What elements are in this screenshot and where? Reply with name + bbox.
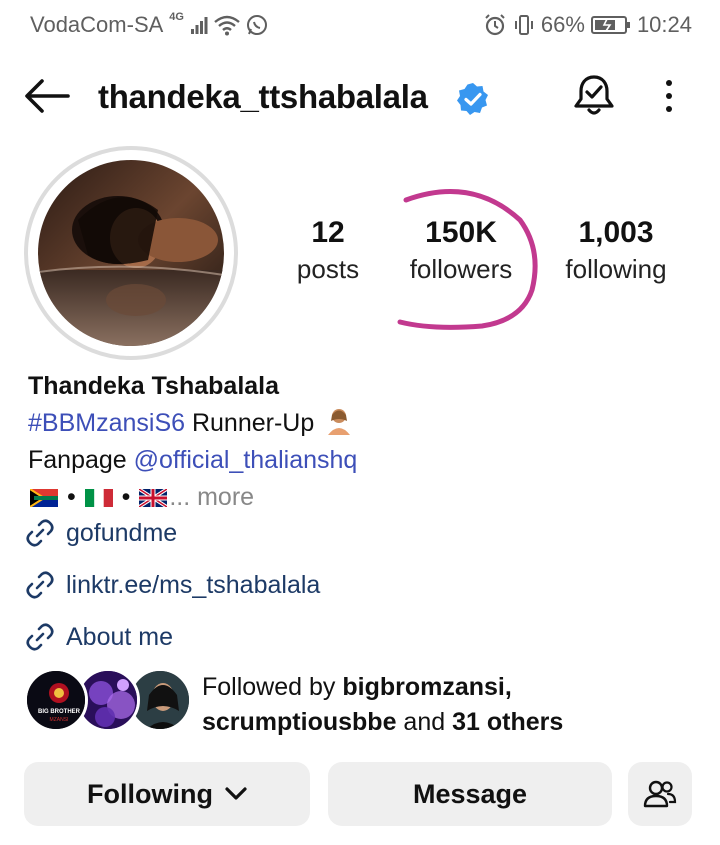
link-gofundme[interactable]: gofundme (24, 517, 177, 549)
following-button-label: Following (87, 778, 213, 809)
display-name: Thandeka Tshabalala (28, 372, 280, 400)
hashtag-link[interactable]: #BBMzansiS6 (28, 409, 185, 437)
person-emoji-icon (328, 409, 351, 435)
notifications-button[interactable] (570, 72, 618, 120)
link-label: linktr.ee/ms_tshabalala (66, 570, 321, 599)
followed-by-section[interactable]: BIG BROTHER MZANSI Followed by bigbromza… (24, 668, 704, 740)
profile-photo (38, 160, 224, 346)
alarm-icon (483, 13, 507, 37)
posts-label: posts (296, 254, 360, 284)
followers-stat[interactable]: 150K followers (396, 214, 526, 286)
profile-bio: Thandeka Tshabalala #BBMzansiS6 Runner-U… (28, 368, 708, 516)
more-options-icon (666, 80, 672, 86)
carrier-label: VodaCom-SA (30, 12, 164, 37)
chevron-down-icon (225, 787, 247, 800)
followed-by-text: Followed by bigbromzansi, scrumptiousbbe… (202, 673, 564, 736)
verified-badge-icon (457, 83, 488, 115)
profile-avatar[interactable] (38, 160, 224, 346)
posts-stat: 12 posts (278, 214, 378, 286)
vibrate-icon (513, 14, 535, 36)
bio-line-2: Fanpage @official_thalianshq (28, 446, 358, 474)
mention-link[interactable]: @official_thalianshq (134, 446, 358, 474)
italy-flag-icon (84, 489, 113, 508)
following-label: following (565, 254, 667, 284)
followers-count: 150K (425, 216, 497, 249)
signal-icon (190, 15, 208, 35)
following-stat[interactable]: 1,003 following (552, 214, 680, 286)
bio-more-link[interactable]: ... more (169, 483, 254, 511)
back-arrow-icon (25, 79, 70, 113)
link-icon (26, 519, 54, 547)
whatsapp-icon (246, 14, 268, 36)
followers-label: followers (409, 254, 513, 284)
followed-by-user: scrumptiousbbe (202, 708, 397, 736)
bio-line-1: #BBMzansiS6 Runner-Up (28, 405, 708, 442)
link-label: About me (66, 622, 174, 651)
follower-avatar-bigbromzansi: BIG BROTHER MZANSI (24, 668, 88, 732)
south-africa-flag-icon (30, 489, 58, 508)
clock-time: 10:24 (636, 12, 692, 37)
following-button[interactable]: Following (24, 762, 310, 826)
message-button[interactable]: Message (328, 762, 612, 826)
svg-text:MZANSI: MZANSI (50, 717, 69, 723)
link-about-me[interactable]: About me (24, 621, 173, 653)
notification-bell-icon (574, 75, 614, 115)
battery-percent: 66% (540, 12, 585, 37)
link-linktree[interactable]: linktr.ee/ms_tshabalala (24, 569, 320, 601)
suggested-people-button[interactable] (628, 762, 692, 826)
battery-icon (590, 15, 631, 35)
network-type: 4G (169, 11, 184, 23)
followed-by-user: bigbromzansi, (342, 673, 512, 701)
posts-count: 12 (311, 216, 345, 249)
more-options-button[interactable] (654, 76, 684, 116)
link-label: gofundme (66, 518, 178, 547)
svg-text:BIG BROTHER: BIG BROTHER (38, 709, 81, 715)
link-icon (26, 571, 54, 599)
back-button[interactable] (24, 76, 72, 116)
uk-flag-icon (139, 489, 168, 508)
following-count: 1,003 (578, 216, 654, 249)
profile-header: thandeka_ttshabalala (0, 64, 720, 128)
bio-line-3: • • ... more (28, 479, 708, 516)
status-bar: VodaCom-SA 4G 66% 10:24 (0, 0, 720, 48)
add-people-icon (643, 780, 677, 808)
profile-username: thandeka_ttshabalala (98, 78, 428, 115)
message-button-label: Message (412, 778, 528, 809)
followed-by-others: 31 others (452, 708, 564, 736)
link-icon (26, 623, 54, 651)
wifi-icon (214, 14, 240, 36)
